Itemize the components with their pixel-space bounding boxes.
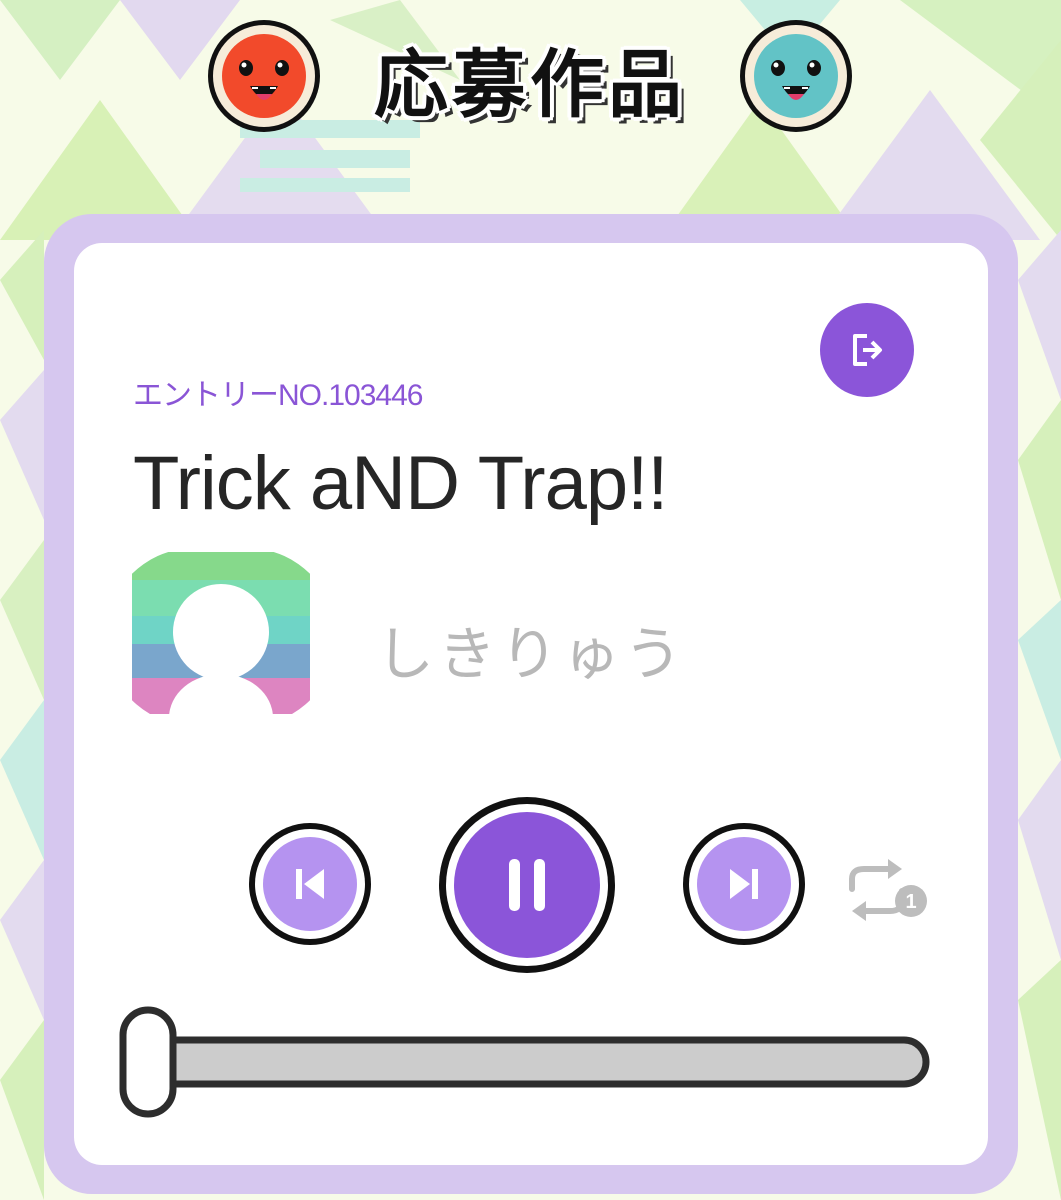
repeat-badge: 1 bbox=[905, 891, 916, 913]
katsu-blue-face-icon bbox=[740, 20, 852, 132]
pause-icon bbox=[439, 797, 615, 973]
previous-button[interactable] bbox=[246, 820, 374, 948]
default-user-avatar-icon bbox=[132, 552, 310, 714]
exit-icon bbox=[853, 334, 882, 366]
page-title-text: 応募作品 bbox=[374, 41, 686, 128]
header: 応募作品 bbox=[0, 0, 1061, 150]
play-pause-button[interactable] bbox=[437, 795, 617, 975]
song-title: Trick aND Trap!! bbox=[133, 441, 668, 526]
next-button[interactable] bbox=[680, 820, 808, 948]
exit-button[interactable] bbox=[820, 303, 914, 397]
repeat-one-button[interactable]: 1 bbox=[838, 855, 934, 925]
repeat-one-icon: 1 bbox=[849, 859, 927, 921]
progress-slider[interactable] bbox=[118, 1006, 930, 1118]
page-title: 応募作品 bbox=[336, 28, 724, 128]
skip-next-icon bbox=[683, 823, 805, 945]
artist-name: しきりゅう bbox=[376, 620, 687, 688]
progress-track[interactable] bbox=[128, 1036, 930, 1088]
entry-number: エントリーNO.103446 bbox=[133, 379, 423, 412]
don-red-face-icon bbox=[208, 20, 320, 132]
skip-previous-icon bbox=[249, 823, 371, 945]
progress-thumb[interactable] bbox=[119, 1006, 177, 1118]
